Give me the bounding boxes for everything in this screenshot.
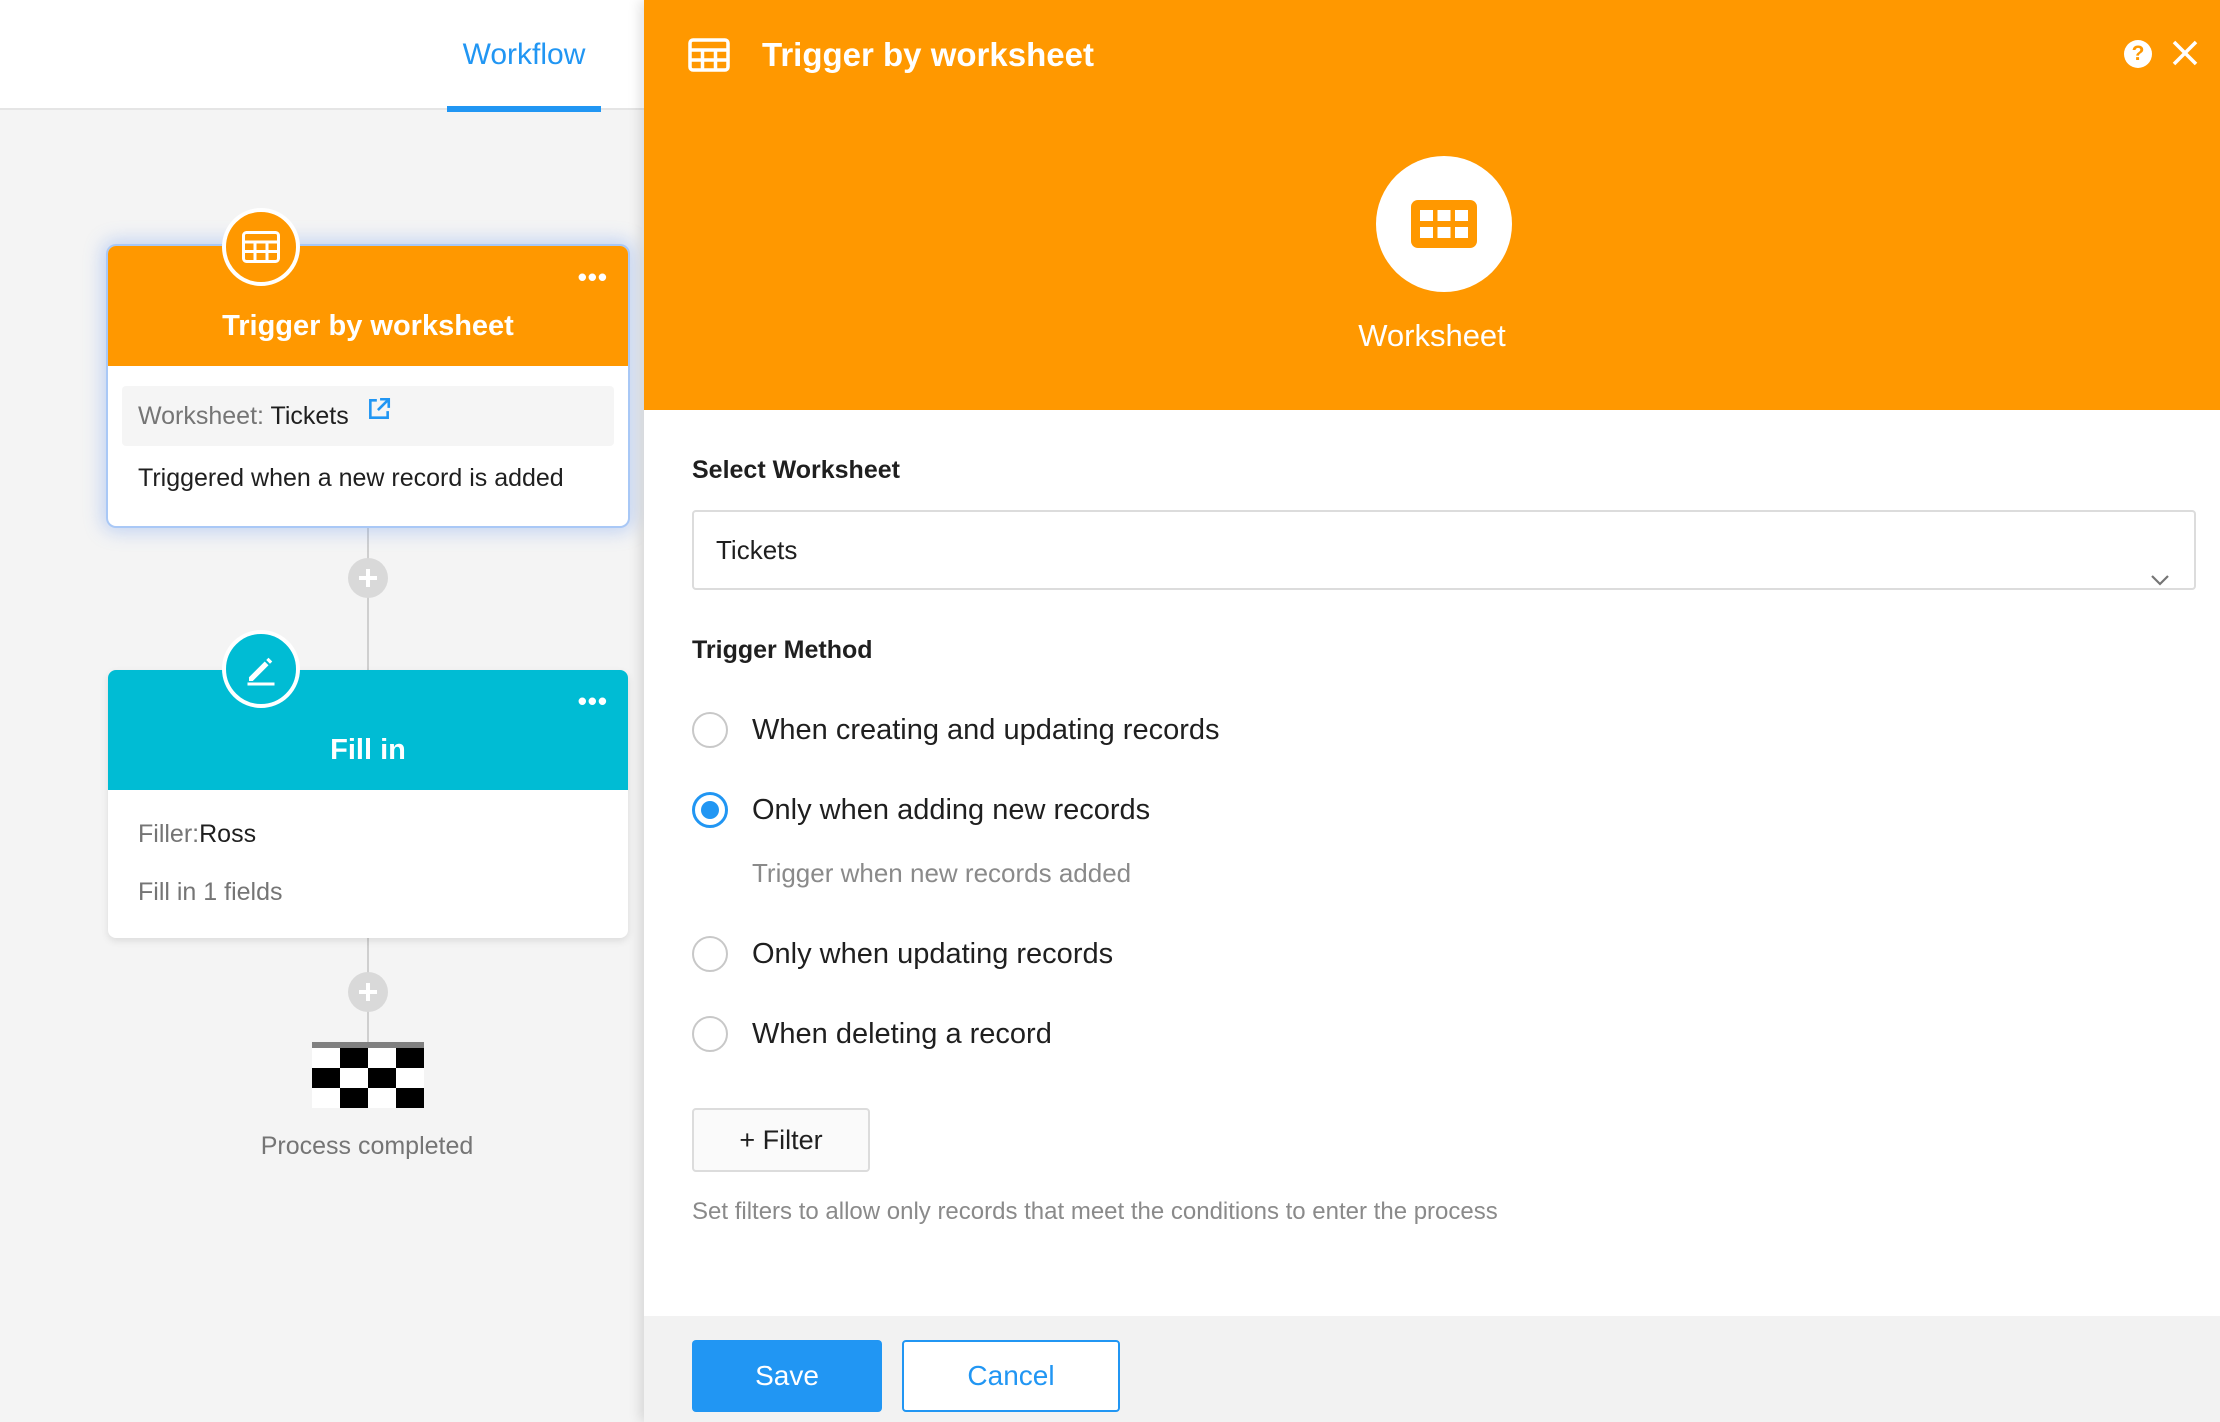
worksheet-grid-icon (222, 208, 300, 286)
filler-prefix: Filler: (138, 820, 200, 848)
trigger-option-delete[interactable]: When deleting a record (692, 1014, 1052, 1054)
panel-footer: Save Cancel (644, 1316, 2220, 1422)
fill-fields-count: Fill in 1 fields (138, 878, 283, 906)
top-bar: Workflow (0, 0, 644, 112)
select-worksheet-label: Select Worksheet (692, 456, 900, 484)
trigger-node-title: Trigger by worksheet (222, 310, 514, 342)
panel-header: Trigger by worksheet ? Worksheet (644, 0, 2220, 410)
radio-button[interactable] (692, 936, 728, 972)
trigger-option-update[interactable]: Only when updating records (692, 934, 1113, 974)
panel-title: Trigger by worksheet (762, 36, 1094, 73)
worksheet-select[interactable]: Tickets (692, 510, 2196, 590)
radio-label: When creating and updating records (752, 713, 1220, 746)
worksheet-value: Tickets (270, 402, 349, 430)
help-icon[interactable]: ? (2124, 40, 2152, 68)
add-step-plus-icon[interactable] (348, 558, 388, 598)
trigger-option-add-new[interactable]: Only when adding new records (692, 790, 1150, 830)
fill-in-node-header: ••• Fill in (108, 670, 628, 790)
trigger-node[interactable]: ••• Trigger by worksheet Worksheet: Tick… (108, 246, 628, 526)
trigger-settings-panel: Trigger by worksheet ? Worksheet Select … (644, 0, 2220, 1422)
fill-in-node-menu-icon[interactable]: ••• (578, 686, 608, 717)
worksheet-select-value: Tickets (716, 535, 798, 565)
tab-workflow[interactable]: Workflow (447, 38, 601, 112)
radio-button[interactable] (692, 1016, 728, 1052)
add-filter-button[interactable]: + Filter (692, 1108, 870, 1172)
radio-label: When deleting a record (752, 1017, 1052, 1050)
trigger-option-create-update[interactable]: When creating and updating records (692, 710, 1220, 750)
connector-line (367, 526, 369, 670)
tab-active-indicator (447, 106, 601, 112)
process-completed-label: Process completed (260, 1132, 474, 1160)
worksheet-prefix: Worksheet: (138, 402, 271, 430)
trigger-node-header: ••• Trigger by worksheet (108, 246, 628, 366)
close-icon[interactable] (2168, 36, 2202, 70)
cancel-button[interactable]: Cancel (902, 1340, 1120, 1412)
radio-button-checked[interactable] (692, 792, 728, 828)
filter-hint: Set filters to allow only records that m… (692, 1198, 1498, 1225)
save-button[interactable]: Save (692, 1340, 882, 1412)
panel-header-label: Worksheet (1358, 318, 1506, 353)
worksheet-large-icon (1376, 156, 1512, 292)
workflow-canvas: Workflow ••• Trigger by worksheet Worksh… (0, 0, 644, 1422)
radio-label: Only when adding new records (752, 793, 1151, 826)
worksheet-grid-icon (688, 38, 730, 77)
filler-value: Ross (199, 820, 257, 848)
checkered-flag-icon (312, 1042, 424, 1113)
pencil-icon (222, 630, 300, 708)
fill-in-node[interactable]: ••• Fill in Filler:Ross Fill in 1 fields (108, 670, 628, 938)
chevron-down-icon (2150, 540, 2170, 616)
trigger-node-menu-icon[interactable]: ••• (578, 262, 608, 293)
tab-workflow-label: Workflow (462, 38, 586, 71)
external-link-icon[interactable] (366, 384, 392, 444)
trigger-node-description: Triggered when a new record is added (138, 464, 564, 492)
fill-in-node-title: Fill in (330, 734, 406, 766)
selected-option-hint: Trigger when new records added (752, 858, 1132, 888)
filler-row: Filler:Ross (138, 820, 256, 849)
trigger-method-label: Trigger Method (692, 636, 873, 664)
radio-label: Only when updating records (752, 937, 1114, 970)
add-step-plus-icon[interactable] (348, 972, 388, 1012)
radio-button[interactable] (692, 712, 728, 748)
trigger-node-worksheet-row: Worksheet: Tickets (122, 386, 614, 446)
